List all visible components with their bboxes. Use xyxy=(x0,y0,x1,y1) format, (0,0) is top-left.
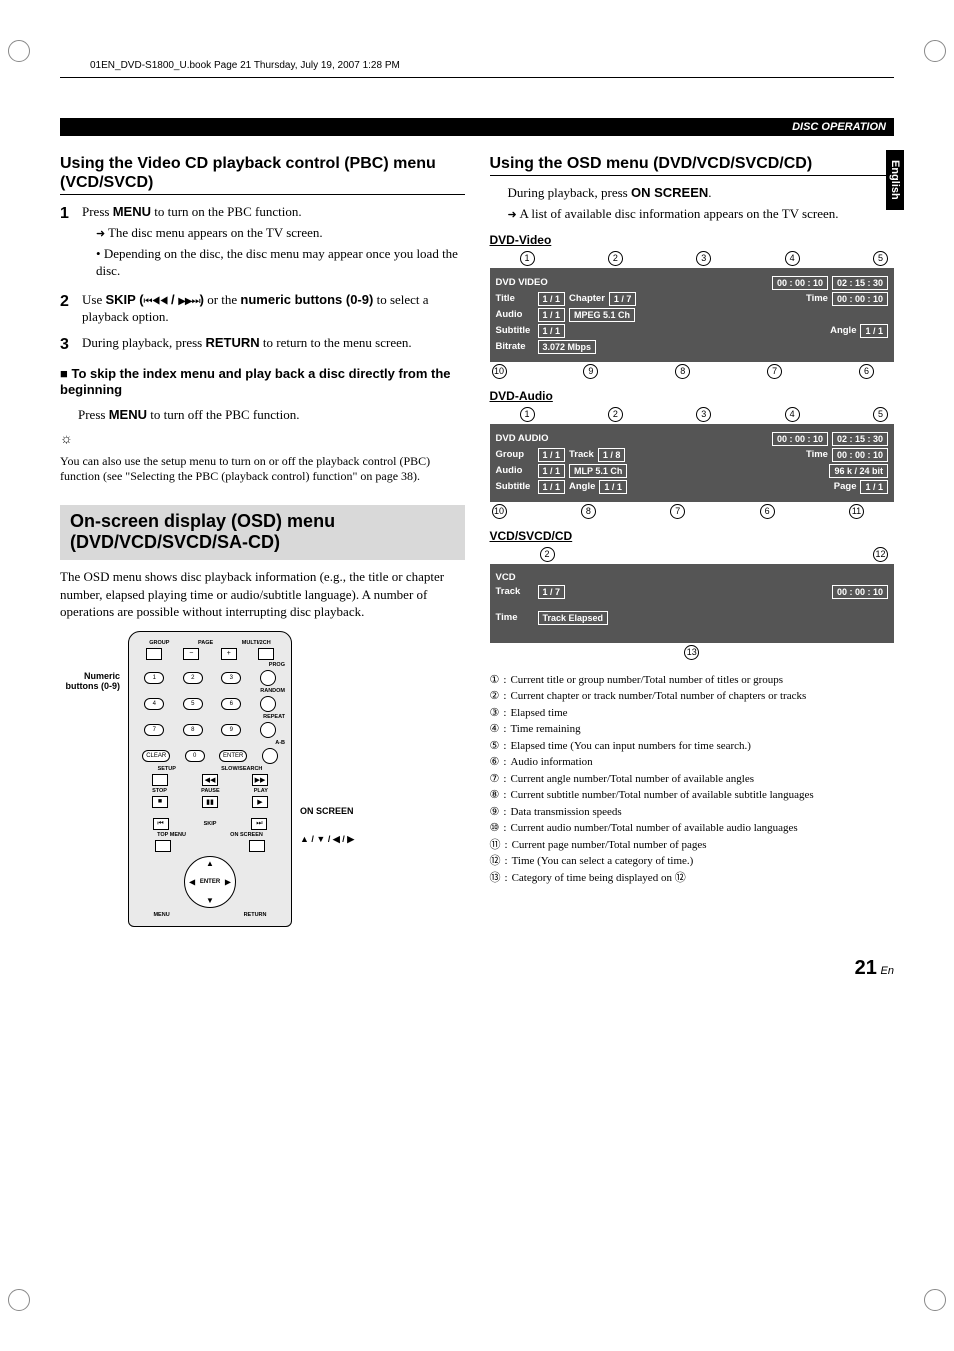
language-tab: English xyxy=(886,150,904,210)
step-2: 2 Use SKIP (⏮◀◀ / ▶▶⏭) or the numeric bu… xyxy=(60,291,465,326)
sub-heading-skip: To skip the index menu and play back a d… xyxy=(60,366,465,399)
page: 01EN_DVD-S1800_U.book Page 21 Thursday, … xyxy=(0,0,954,1020)
print-header: 01EN_DVD-S1800_U.book Page 21 Thursday, … xyxy=(90,60,894,71)
remote-control: GROUPPAGEMULTI/2CH −+ PROG 123 RANDOM 45… xyxy=(128,631,292,927)
tip-text: You can also use the setup menu to turn … xyxy=(60,454,465,485)
left-column: Using the Video CD playback control (PBC… xyxy=(60,154,465,927)
osd-dvd-audio: 12345 DVD AUDIO00 : 00 : 1002 : 15 : 30 … xyxy=(490,407,895,519)
skip-next-icon: ▶▶⏭ xyxy=(178,296,199,307)
rule xyxy=(60,77,894,78)
remote-diagram: Numeric buttons (0-9) GROUPPAGEMULTI/2CH… xyxy=(60,631,465,927)
tip-icon: ☼ xyxy=(60,432,465,448)
skip-prev-icon: ⏮◀◀ xyxy=(144,296,168,307)
osd-section-header: On-screen display (OSD) menu (DVD/VCD/SV… xyxy=(60,505,465,560)
dpad: ▲ ▼ ◀ ▶ ENTER xyxy=(184,856,236,908)
reg-mark xyxy=(924,1289,946,1311)
step-1: 1 Press MENU to turn on the PBC function… xyxy=(60,203,465,282)
dvd-video-heading: DVD-Video xyxy=(490,233,895,247)
osd-vcd: 212 VCD Track1 / 700 : 00 : 10 TimeTrack… xyxy=(490,547,895,660)
right-column: Using the OSD menu (DVD/VCD/SVCD/CD) Dur… xyxy=(490,154,895,927)
reg-mark xyxy=(8,1289,30,1311)
step-3: 3 During playback, press RETURN to retur… xyxy=(60,334,465,356)
heading-pbc: Using the Video CD playback control (PBC… xyxy=(60,154,465,195)
vcd-heading: VCD/SVCD/CD xyxy=(490,529,895,543)
callout-legend: ①: Current title or group number/Total n… xyxy=(490,672,895,887)
section-bar: DISC OPERATION xyxy=(60,118,894,136)
osd-dvd-video: 12345 DVD VIDEO00 : 00 : 1002 : 15 : 30 … xyxy=(490,251,895,379)
dvd-audio-heading: DVD-Audio xyxy=(490,389,895,403)
page-number: 21 En xyxy=(60,957,894,980)
heading-osd-menu: Using the OSD menu (DVD/VCD/SVCD/CD) xyxy=(490,154,895,176)
